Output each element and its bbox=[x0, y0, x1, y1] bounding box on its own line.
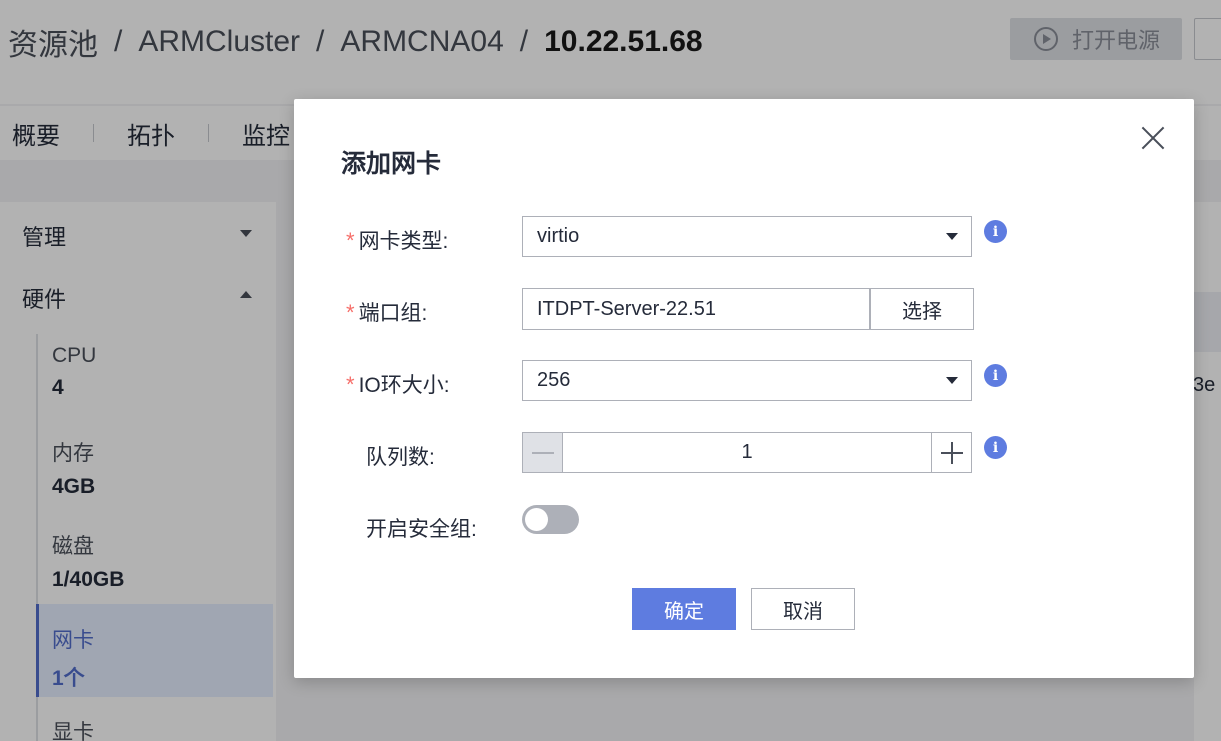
port-group-field[interactable]: ITDPT-Server-22.51 bbox=[522, 288, 870, 330]
io-ring-select[interactable]: 256 bbox=[522, 360, 972, 401]
increment-button[interactable] bbox=[931, 433, 971, 472]
queue-count-label: 队列数: bbox=[366, 446, 435, 469]
security-group-label: 开启安全组: bbox=[366, 518, 477, 541]
required-mark: * bbox=[346, 228, 355, 253]
dialog-title: 添加网卡 bbox=[341, 150, 442, 178]
queue-count-value[interactable]: 1 bbox=[563, 433, 931, 472]
port-group-value: ITDPT-Server-22.51 bbox=[537, 297, 716, 320]
nic-type-label: * 网卡类型: bbox=[346, 228, 449, 253]
choose-port-group-button[interactable]: 选择 bbox=[870, 288, 974, 330]
close-icon[interactable] bbox=[1140, 125, 1166, 151]
chevron-down-icon bbox=[946, 377, 958, 384]
required-mark: * bbox=[346, 300, 355, 325]
required-mark: * bbox=[346, 372, 355, 397]
chevron-down-icon bbox=[946, 233, 958, 240]
add-nic-dialog: 添加网卡 * 网卡类型: virtio i * 端口组: ITDPT-Server-… bbox=[294, 99, 1194, 678]
confirm-button[interactable]: 确定 bbox=[632, 588, 736, 630]
nic-type-value: virtio bbox=[537, 225, 580, 247]
toggle-knob bbox=[525, 508, 548, 531]
info-icon[interactable]: i bbox=[984, 364, 1007, 387]
io-ring-value: 256 bbox=[537, 369, 571, 391]
decrement-button[interactable] bbox=[523, 433, 563, 472]
queue-count-stepper: 1 bbox=[522, 432, 972, 473]
security-group-toggle[interactable] bbox=[522, 505, 579, 534]
port-group-label: * 端口组: bbox=[346, 300, 428, 325]
info-icon[interactable]: i bbox=[984, 220, 1007, 243]
io-ring-label: * IO环大小: bbox=[346, 372, 450, 397]
info-icon[interactable]: i bbox=[984, 436, 1007, 459]
nic-type-select[interactable]: virtio bbox=[522, 216, 972, 257]
cancel-button[interactable]: 取消 bbox=[751, 588, 855, 630]
